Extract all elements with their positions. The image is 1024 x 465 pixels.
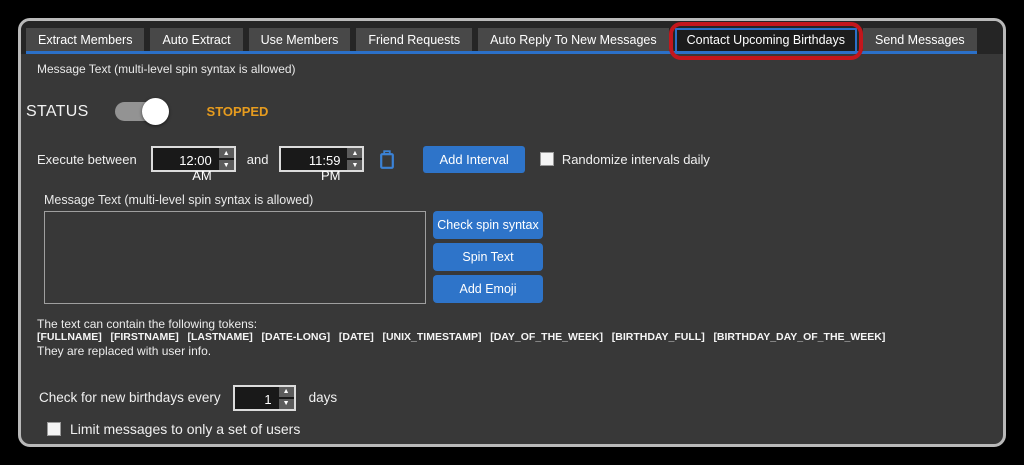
limit-users-label: Limit messages to only a set of users: [70, 421, 301, 438]
execute-between-label: Execute between: [37, 151, 137, 167]
status-row: STATUS STOPPED: [26, 98, 1003, 125]
tab-friend-requests[interactable]: Friend Requests: [356, 28, 473, 51]
spin-down-icon[interactable]: ▼: [347, 160, 363, 170]
end-time-spinner: ▲ ▼: [345, 148, 363, 170]
birthday-days-spinner: ▲ ▼: [276, 386, 294, 409]
add-emoji-button[interactable]: Add Emoji: [433, 275, 543, 303]
limit-users-row: Limit messages to only a set of users: [47, 421, 1003, 437]
spin-up-icon[interactable]: ▲: [347, 148, 363, 158]
tab-label: Extract Members: [38, 33, 133, 47]
tab-label: Use Members: [260, 33, 339, 47]
delete-interval-button[interactable]: [379, 149, 395, 169]
tab-label: Auto Reply To New Messages: [490, 33, 657, 47]
limit-users-checkbox[interactable]: [47, 422, 61, 437]
start-time-input[interactable]: 12:00 AM ▲ ▼: [150, 146, 236, 183]
spin-up-icon[interactable]: ▲: [278, 386, 294, 397]
tokens-info: The text can contain the following token…: [37, 317, 1003, 358]
tokens-outro: They are replaced with user info.: [37, 343, 212, 358]
tab-label: Send Messages: [875, 33, 965, 47]
end-time-value[interactable]: 11:59 PM: [281, 148, 345, 183]
tab-use-members[interactable]: Use Members: [248, 28, 351, 51]
tab-auto-reply[interactable]: Auto Reply To New Messages: [478, 28, 669, 51]
birthday-days-value[interactable]: 1: [235, 387, 277, 409]
spin-up-icon[interactable]: ▲: [218, 148, 234, 158]
toggle-knob-icon: [141, 98, 169, 125]
birthday-days-input[interactable]: 1 ▲ ▼: [232, 384, 296, 411]
message-text-label: Message Text (multi-level spin syntax is…: [44, 193, 314, 207]
birthday-check-row: Check for new birthdays every 1 ▲ ▼ days: [39, 384, 1003, 411]
tab-contact-upcoming-birthdays[interactable]: Contact Upcoming Birthdays: [668, 22, 864, 60]
randomize-intervals-checkbox[interactable]: [539, 152, 554, 166]
end-time-input[interactable]: 11:59 PM ▲ ▼: [279, 146, 365, 183]
start-time-spinner: ▲ ▼: [216, 148, 234, 170]
spin-down-icon[interactable]: ▼: [278, 398, 294, 409]
tokens-intro: The text can contain the following token…: [37, 317, 258, 331]
tab-extract-members[interactable]: Extract Members: [26, 28, 145, 51]
spin-down-icon[interactable]: ▼: [218, 160, 234, 170]
status-toggle[interactable]: [114, 98, 169, 125]
tab-strip: Extract Members Auto Extract Use Members…: [21, 21, 1003, 60]
tab-bar: Extract Members Auto Extract Use Members…: [26, 22, 977, 60]
birthday-check-label: Check for new birthdays every: [39, 390, 221, 406]
tab-label: Contact Upcoming Birthdays: [686, 33, 846, 47]
start-time-value[interactable]: 12:00 AM: [153, 148, 217, 183]
message-text-section: Message Text (multi-level spin syntax is…: [44, 193, 1003, 304]
tab-label: Friend Requests: [368, 33, 461, 47]
tokens-list: [FULLNAME] [FIRSTNAME] [LASTNAME] [DATE-…: [37, 331, 886, 344]
add-interval-button[interactable]: Add Interval: [423, 145, 525, 173]
tab-send-messages[interactable]: Send Messages: [863, 28, 977, 51]
status-value: STOPPED: [206, 104, 269, 119]
tab-label: Auto Extract: [162, 33, 231, 47]
main-panel: Extract Members Auto Extract Use Members…: [18, 18, 1006, 447]
spin-text-button[interactable]: Spin Text: [433, 243, 543, 271]
check-spin-syntax-button[interactable]: Check spin syntax: [433, 211, 543, 239]
randomize-intervals-label: Randomize intervals daily: [561, 151, 710, 167]
tab-auto-extract[interactable]: Auto Extract: [150, 28, 243, 51]
execute-interval-row: Execute between 12:00 AM ▲ ▼ and 11:59 P…: [37, 145, 1003, 183]
and-label: and: [246, 151, 269, 167]
status-label: STATUS: [26, 102, 89, 120]
days-label: days: [308, 390, 338, 406]
message-buttons: Check spin syntax Spin Text Add Emoji: [433, 211, 543, 304]
message-text-top-label: Message Text (multi-level spin syntax is…: [37, 62, 296, 76]
trash-icon: [380, 149, 395, 169]
message-text-input[interactable]: [44, 211, 426, 304]
